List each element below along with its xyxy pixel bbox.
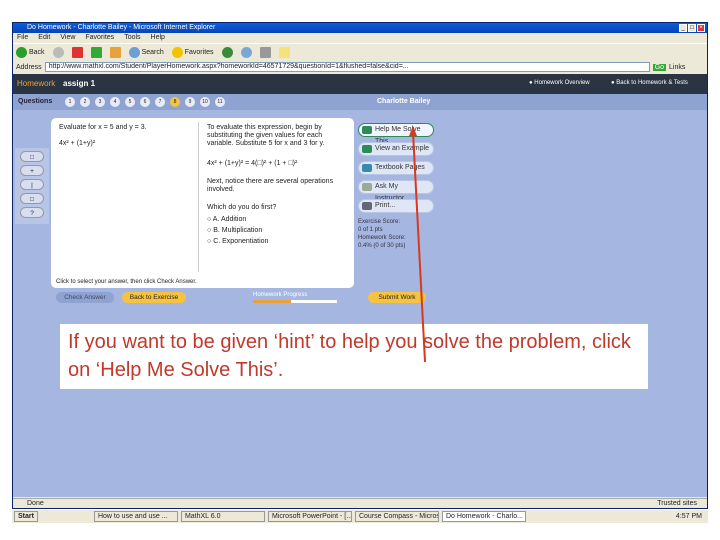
pointer-arrow [409,126,426,363]
arrow-head [409,126,417,136]
arrow-line [412,131,426,363]
